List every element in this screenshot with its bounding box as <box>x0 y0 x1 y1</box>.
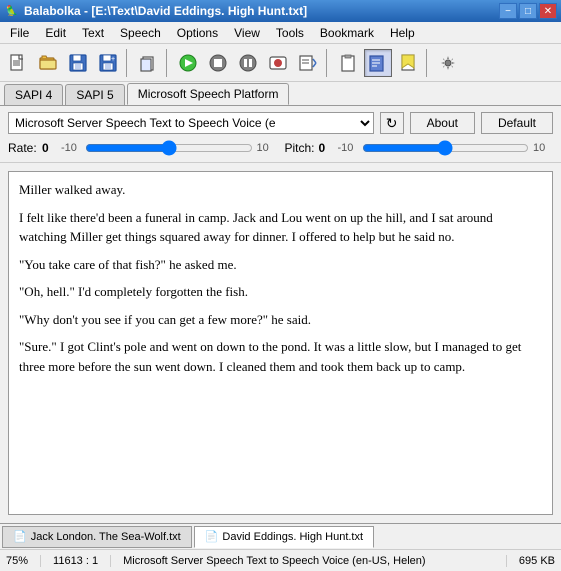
title-bar: 🦜 Balabolka - [E:\Text\David Eddings. Hi… <box>0 0 561 22</box>
status-position: 11613 : 1 <box>53 555 111 567</box>
close-button[interactable]: ✕ <box>539 3 557 19</box>
doc-tab-sea-wolf[interactable]: 📄 Jack London. The Sea-Wolf.txt <box>2 526 192 548</box>
menu-file[interactable]: File <box>2 24 37 42</box>
doc-icon-2: 📄 <box>205 530 219 543</box>
pause-button[interactable] <box>234 49 262 77</box>
toolbar: + <box>0 44 561 82</box>
pitch-min: -10 <box>338 142 358 154</box>
doc-icon-1: 📄 <box>13 530 27 543</box>
save-button[interactable] <box>64 49 92 77</box>
separator-3 <box>326 49 330 77</box>
stop-button[interactable] <box>204 49 232 77</box>
pitch-label: Pitch: <box>285 141 315 155</box>
clipboard-button[interactable] <box>334 49 362 77</box>
status-voice: Microsoft Server Speech Text to Speech V… <box>123 555 507 567</box>
copy-button[interactable] <box>134 49 162 77</box>
menu-options[interactable]: Options <box>169 24 226 42</box>
bookmark-button[interactable] <box>394 49 422 77</box>
sliders-row: Rate: 0 -10 10 Pitch: 0 -10 10 <box>8 140 553 156</box>
rate-slider-group: Rate: 0 -10 10 <box>8 140 277 156</box>
rate-slider[interactable] <box>85 140 253 156</box>
menu-bar: File Edit Text Speech Options View Tools… <box>0 22 561 44</box>
svg-text:+: + <box>111 56 115 63</box>
minimize-button[interactable]: − <box>499 3 517 19</box>
tts-tabs-bar: SAPI 4 SAPI 5 Microsoft Speech Platform <box>0 82 561 106</box>
voice-select[interactable]: Microsoft Server Speech Text to Speech V… <box>8 112 374 134</box>
menu-view[interactable]: View <box>226 24 268 42</box>
tab-sapi4[interactable]: SAPI 4 <box>4 84 63 105</box>
tts-file-button[interactable] <box>294 49 322 77</box>
doc-tab-high-hunt[interactable]: 📄 David Eddings. High Hunt.txt <box>194 526 374 548</box>
pitch-max: 10 <box>533 142 553 154</box>
about-button[interactable]: About <box>410 112 475 134</box>
app-icon: 🦜 <box>4 3 20 19</box>
rate-max: 10 <box>257 142 277 154</box>
rate-min: -10 <box>61 142 81 154</box>
menu-bookmark[interactable]: Bookmark <box>312 24 382 42</box>
menu-edit[interactable]: Edit <box>37 24 74 42</box>
separator-1 <box>126 49 130 77</box>
tab-sapi5[interactable]: SAPI 5 <box>65 84 124 105</box>
settings-button[interactable] <box>434 49 462 77</box>
tts-active-button[interactable] <box>364 49 392 77</box>
status-zoom: 75% <box>6 555 41 567</box>
pitch-slider-group: Pitch: 0 -10 10 <box>285 140 554 156</box>
new-button[interactable] <box>4 49 32 77</box>
voice-settings-panel: Microsoft Server Speech Text to Speech V… <box>0 106 561 163</box>
doc-tab-label-2: David Eddings. High Hunt.txt <box>222 531 363 543</box>
doc-tab-label-1: Jack London. The Sea-Wolf.txt <box>31 531 181 543</box>
saveas-button[interactable]: + <box>94 49 122 77</box>
menu-tools[interactable]: Tools <box>268 24 312 42</box>
tab-microsoft-speech-platform[interactable]: Microsoft Speech Platform <box>127 83 290 105</box>
record-button[interactable] <box>264 49 292 77</box>
status-bar: 75% 11613 : 1 Microsoft Server Speech Te… <box>0 549 561 571</box>
play-button[interactable] <box>174 49 202 77</box>
document-tabs: 📄 Jack London. The Sea-Wolf.txt 📄 David … <box>0 523 561 549</box>
open-button[interactable] <box>34 49 62 77</box>
separator-2 <box>166 49 170 77</box>
menu-help[interactable]: Help <box>382 24 423 42</box>
rate-label: Rate: <box>8 141 38 155</box>
status-size: 695 KB <box>519 555 555 567</box>
menu-text[interactable]: Text <box>74 24 112 42</box>
default-button[interactable]: Default <box>481 112 553 134</box>
rate-value: 0 <box>42 141 57 155</box>
maximize-button[interactable]: □ <box>519 3 537 19</box>
window-title: Balabolka - [E:\Text\David Eddings. High… <box>24 4 307 18</box>
menu-speech[interactable]: Speech <box>112 24 169 42</box>
pitch-slider[interactable] <box>362 140 529 156</box>
separator-4 <box>426 49 430 77</box>
pitch-value: 0 <box>319 141 334 155</box>
text-content-area[interactable]: Miller walked away.I felt like there'd b… <box>8 171 553 515</box>
refresh-button[interactable]: ↻ <box>380 112 404 134</box>
